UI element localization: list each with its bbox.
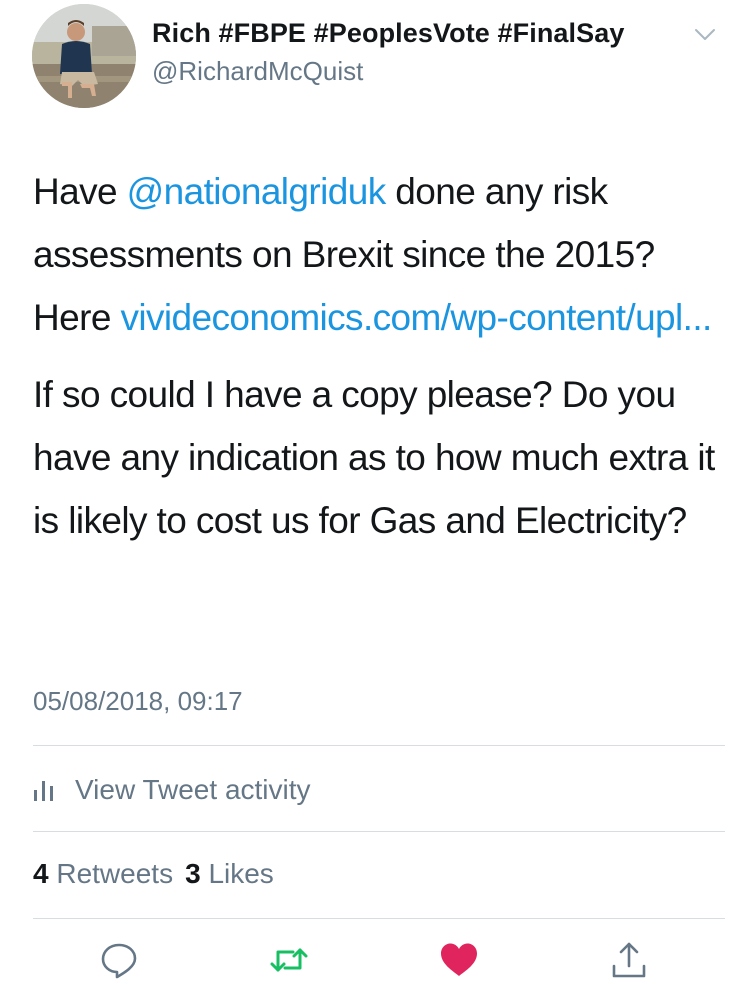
url-link[interactable]: vivideconomics.com/wp-content/upl... bbox=[120, 297, 712, 338]
mention-link[interactable]: @nationalgriduk bbox=[127, 171, 387, 212]
tweet-paragraph: If so could I have a copy please? Do you… bbox=[33, 374, 715, 541]
bar-chart-icon bbox=[34, 781, 53, 801]
engagement-counts: 4 Retweets 3 Likes bbox=[33, 858, 274, 890]
retweets-number: 4 bbox=[33, 858, 49, 889]
tweet-text-segment: Have bbox=[33, 171, 127, 212]
author-handle[interactable]: @RichardMcQuist bbox=[152, 56, 363, 87]
tweet-text: Have @nationalgriduk done any risk asses… bbox=[33, 160, 723, 552]
divider bbox=[33, 918, 725, 919]
likes-count-link[interactable]: 3 Likes bbox=[185, 858, 274, 889]
retweets-label: Retweets bbox=[56, 858, 174, 889]
share-button[interactable] bbox=[609, 940, 649, 980]
chevron-down-icon[interactable] bbox=[694, 28, 716, 42]
avatar[interactable] bbox=[32, 4, 136, 108]
tweet-paragraph: Have @nationalgriduk done any risk asses… bbox=[33, 160, 723, 349]
reply-button[interactable] bbox=[99, 940, 139, 980]
profile-photo bbox=[32, 4, 136, 108]
share-upload-icon bbox=[612, 942, 646, 978]
like-button[interactable] bbox=[439, 940, 479, 980]
author-display-name[interactable]: Rich #FBPE #PeoplesVote #FinalSay bbox=[152, 18, 624, 49]
heart-icon bbox=[441, 943, 477, 976]
divider bbox=[33, 831, 725, 832]
likes-number: 3 bbox=[185, 858, 201, 889]
divider bbox=[33, 745, 725, 746]
likes-label: Likes bbox=[208, 858, 274, 889]
retweets-count-link[interactable]: 4 Retweets bbox=[33, 858, 173, 889]
activity-label: View Tweet activity bbox=[75, 774, 311, 805]
retweet-arrows-icon bbox=[270, 948, 308, 972]
view-tweet-activity-button[interactable]: View Tweet activity bbox=[33, 772, 311, 808]
tweet-timestamp: 05/08/2018, 09:17 bbox=[33, 686, 243, 716]
speech-bubble-icon bbox=[101, 943, 137, 979]
tweet-header: Rich #FBPE #PeoplesVote #FinalSay @Richa… bbox=[32, 4, 732, 108]
retweet-button[interactable] bbox=[269, 940, 309, 980]
